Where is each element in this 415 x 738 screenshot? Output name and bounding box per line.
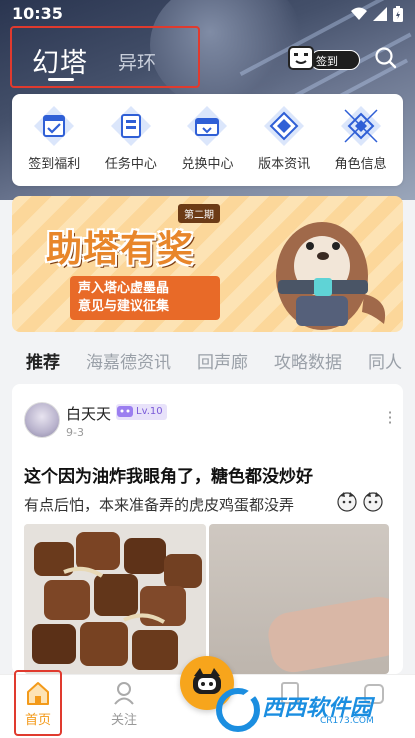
nav-follow-label: 关注 [110, 713, 137, 728]
quick-item-checkin-rewards[interactable]: 签到福利 [17, 94, 91, 186]
post-date: 9-3 [66, 426, 84, 439]
top-tab-bar: 幻塔 异环 [10, 26, 200, 88]
quick-menu: 签到福利 任务中心 兑换中心 版本资讯 角色信息 [12, 94, 403, 186]
promo-banner[interactable]: 第二期 助塔有奖 声入塔心虚墨晶 意见与建议征集 [12, 196, 403, 332]
calendar-check-icon [34, 106, 75, 146]
watermark-logo-icon [216, 688, 260, 732]
tab-echo-corridor[interactable]: 回声廊 [197, 348, 248, 378]
search-icon[interactable] [374, 46, 398, 70]
banner-subtitle: 声入塔心虚墨晶 意见与建议征集 [70, 276, 220, 320]
character-icon [340, 106, 381, 146]
tab-recommend[interactable]: 推荐 [26, 348, 60, 378]
banner-subtitle-line2: 意见与建议征集 [78, 299, 170, 314]
category-tabs: 推荐 海嘉德资讯 回声廊 攻略数据 同人 [0, 348, 415, 378]
exchange-icon [187, 106, 228, 146]
home-highlight-box [14, 670, 62, 736]
quick-item-version-news[interactable]: 版本资讯 [247, 94, 321, 186]
otter-mascot-illustration [276, 222, 386, 330]
checkin-button[interactable]: 签到 [286, 44, 364, 72]
sticker-icon [363, 492, 383, 512]
watermark: 西西软件园 CR173.COM [216, 688, 406, 732]
tab-fanworks[interactable]: 同人 [368, 348, 402, 378]
diamond-icon [264, 106, 305, 146]
tab-yihuan[interactable]: 异环 [118, 48, 156, 75]
quick-label: 签到福利 [28, 157, 81, 172]
tab-huanta[interactable]: 幻塔 [32, 41, 88, 80]
level-crown-icon [117, 406, 133, 417]
banner-subtitle-line1: 声入塔心虚墨晶 [78, 281, 170, 296]
post-card[interactable]: 白天天 Lv.10 9-3 · · · 这个因为油炸我眼角了，糖色都没炒好 有点后怕… [12, 384, 403, 674]
quick-label: 兑换中心 [181, 157, 234, 172]
tab-guides-data[interactable]: 攻略数据 [274, 348, 342, 378]
quick-item-character-info[interactable]: 角色信息 [324, 94, 398, 186]
mascot-icon [288, 46, 314, 70]
post-author[interactable]: 白天天 [66, 403, 111, 424]
battery-icon [393, 6, 403, 22]
status-time: 10:35 [12, 4, 63, 23]
quick-label: 版本资讯 [258, 157, 311, 172]
post-body[interactable]: 有点后怕，本来准备弄的虎皮鸡蛋都没弄 [24, 494, 294, 515]
finger-photo [264, 592, 389, 674]
active-tab-indicator [48, 78, 74, 81]
post-title[interactable]: 这个因为油炸我眼角了，糖色都没炒好 [24, 462, 313, 487]
post-image-finger[interactable] [209, 524, 389, 674]
quick-item-exchange-center[interactable]: 兑换中心 [170, 94, 244, 186]
tab-haijiade-news[interactable]: 海嘉德资讯 [86, 348, 171, 378]
avatar[interactable] [24, 402, 60, 438]
quick-label: 角色信息 [334, 157, 387, 172]
status-bar: 10:35 [0, 0, 415, 28]
checkin-label: 签到 [316, 55, 338, 68]
wifi-icon [351, 7, 367, 20]
post-image-food[interactable] [24, 524, 206, 674]
watermark-sub: CR173.COM [320, 716, 374, 726]
more-options-icon[interactable]: · · · [387, 405, 393, 431]
banner-title: 助塔有奖 [46, 229, 195, 270]
nav-follow[interactable]: 关注 [94, 679, 154, 735]
quick-label: 任务中心 [104, 157, 157, 172]
braised-pork-photo [24, 524, 206, 674]
signal-icon [373, 7, 387, 21]
follow-icon [114, 682, 134, 705]
sticker-icon [337, 492, 357, 512]
status-icons [351, 6, 403, 22]
quick-item-task-center[interactable]: 任务中心 [94, 94, 168, 186]
task-icon [110, 106, 151, 146]
